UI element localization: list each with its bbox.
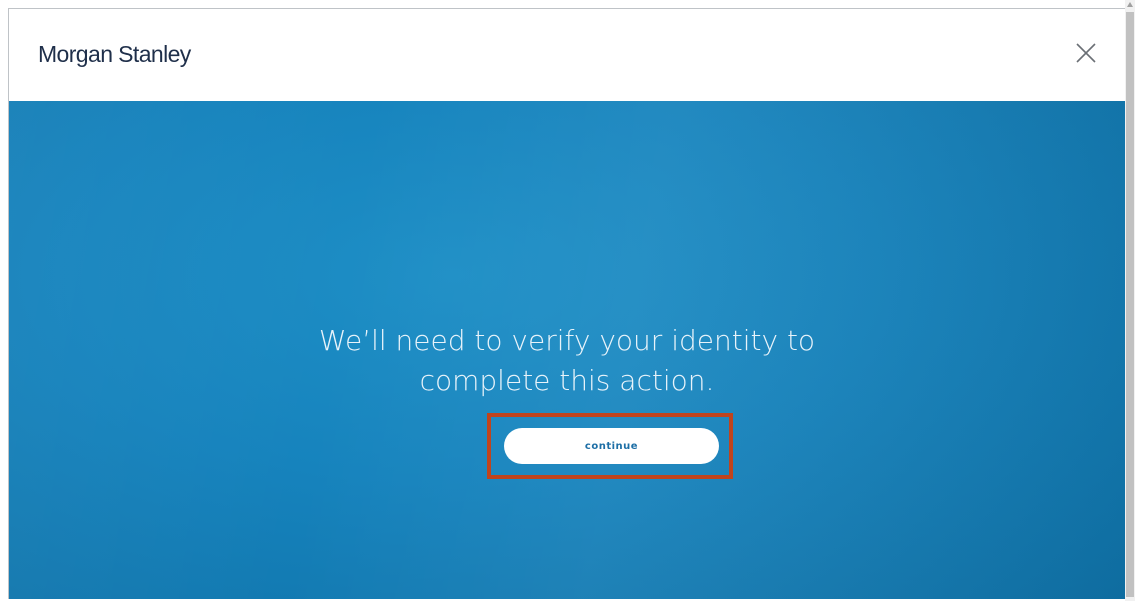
close-icon [1076,43,1096,63]
message-line-2: complete this action. [419,364,715,397]
morgan-stanley-logo: Morgan Stanley [38,41,191,67]
scroll-up-arrow-icon[interactable] [1127,2,1133,7]
close-button[interactable] [1073,40,1099,66]
dialog-header: Morgan Stanley [9,9,1125,101]
message-line-1: We’ll need to verify your identity to [318,324,816,357]
scroll-thumb[interactable] [1126,12,1134,597]
vertical-scrollbar[interactable] [1125,0,1135,601]
continue-button[interactable]: continue [504,428,719,464]
verification-message: We’ll need to verify your identity to co… [9,321,1125,401]
verification-panel: We’ll need to verify your identity to co… [9,101,1125,599]
dialog-window: Morgan Stanley We’ll need to verify your… [8,8,1126,599]
